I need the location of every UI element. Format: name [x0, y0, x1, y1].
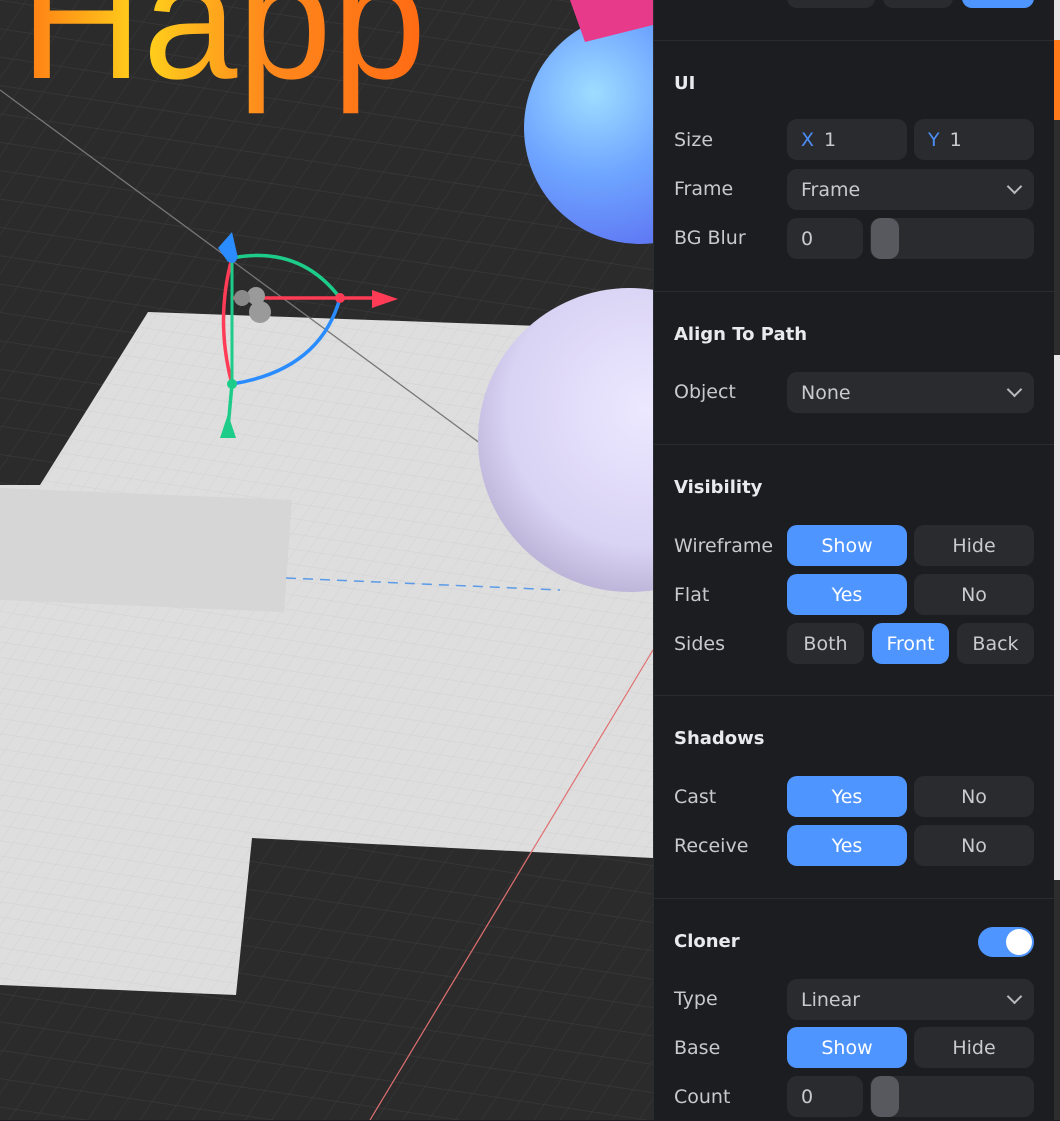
wireframe-hide-button[interactable]: Hide [914, 525, 1034, 566]
cloner-toggle[interactable] [978, 927, 1034, 957]
size-label: Size [674, 129, 714, 151]
viewport-canvas[interactable]: Happ [0, 0, 653, 1120]
frame-label: Frame [674, 178, 734, 200]
wireframe-show-button[interactable]: Show [787, 525, 907, 566]
receive-no-button[interactable]: No [914, 825, 1034, 866]
sides-label: Sides [674, 633, 725, 655]
size-x-field[interactable]: X 1 [787, 119, 907, 160]
align-to-path-title: Align To Path [674, 324, 808, 345]
flat-label: Flat [674, 584, 710, 606]
flat-yes-button[interactable]: Yes [787, 574, 907, 615]
sides-both-button[interactable]: Both [787, 623, 864, 664]
object-select-value: None [801, 381, 851, 404]
visibility-section: Visibility Wireframe Show Hide Flat Yes … [654, 444, 1055, 696]
adjacent-window-edge [1054, 0, 1060, 1120]
top-control-active[interactable] [962, 0, 1034, 8]
base-show-button[interactable]: Show [787, 1027, 907, 1068]
size-y-field[interactable]: Y 1 [914, 119, 1034, 160]
type-select-value: Linear [801, 988, 861, 1011]
bg-blur-input[interactable]: 0 [787, 218, 863, 259]
bg-blur-value: 0 [801, 227, 814, 250]
align-to-path-section: Align To Path Object None [654, 291, 1055, 445]
sides-back-button[interactable]: Back [957, 623, 1034, 664]
size-x-value: 1 [824, 128, 837, 151]
bg-blur-label: BG Blur [674, 227, 746, 249]
chevron-down-icon [1006, 381, 1023, 398]
top-control-2[interactable] [883, 0, 953, 8]
bg-blur-slider-handle[interactable] [871, 218, 899, 259]
y-axis-label: Y [928, 128, 940, 151]
size-y-value: 1 [949, 128, 962, 151]
frame-select-value: Frame [801, 178, 861, 201]
properties-panel: UI Size X 1 Y 1 Frame Frame BG Blur 0 Al… [653, 0, 1055, 1120]
shadows-section: Shadows Cast Yes No Receive Yes No [654, 695, 1055, 899]
cast-no-button[interactable]: No [914, 776, 1034, 817]
type-label: Type [674, 988, 718, 1010]
count-label: Count [674, 1086, 731, 1108]
shadows-title: Shadows [674, 728, 765, 749]
count-slider-handle[interactable] [871, 1076, 899, 1117]
bg-blur-slider[interactable] [870, 218, 1034, 259]
sides-front-button[interactable]: Front [872, 623, 949, 664]
cast-yes-button[interactable]: Yes [787, 776, 907, 817]
object-label: Object [674, 381, 736, 403]
ui-section-title: UI [674, 73, 696, 94]
chevron-down-icon [1006, 988, 1023, 1005]
base-label: Base [674, 1037, 721, 1059]
base-hide-button[interactable]: Hide [914, 1027, 1034, 1068]
ui-section: UI Size X 1 Y 1 Frame Frame BG Blur 0 [654, 40, 1055, 291]
flat-no-button[interactable]: No [914, 574, 1034, 615]
type-select[interactable]: Linear [787, 979, 1034, 1020]
count-value: 0 [801, 1085, 814, 1108]
cloner-toggle-knob [1006, 929, 1032, 955]
chevron-down-icon [1006, 178, 1023, 195]
cloner-title: Cloner [674, 931, 740, 952]
wireframe-label: Wireframe [674, 535, 774, 557]
object-select[interactable]: None [787, 372, 1034, 413]
count-slider[interactable] [870, 1076, 1034, 1117]
scene-render: Happ [0, 0, 653, 1120]
x-axis-label: X [801, 128, 815, 151]
receive-label: Receive [674, 835, 749, 857]
visibility-title: Visibility [674, 477, 763, 498]
receive-yes-button[interactable]: Yes [787, 825, 907, 866]
viewport-3d-text: Happ [20, 0, 426, 115]
cloner-section: Cloner Type Linear Base Show Hide Count … [654, 898, 1055, 1121]
cast-label: Cast [674, 786, 717, 808]
frame-select[interactable]: Frame [787, 169, 1034, 210]
count-input[interactable]: 0 [787, 1076, 863, 1117]
top-control-1[interactable] [787, 0, 875, 8]
